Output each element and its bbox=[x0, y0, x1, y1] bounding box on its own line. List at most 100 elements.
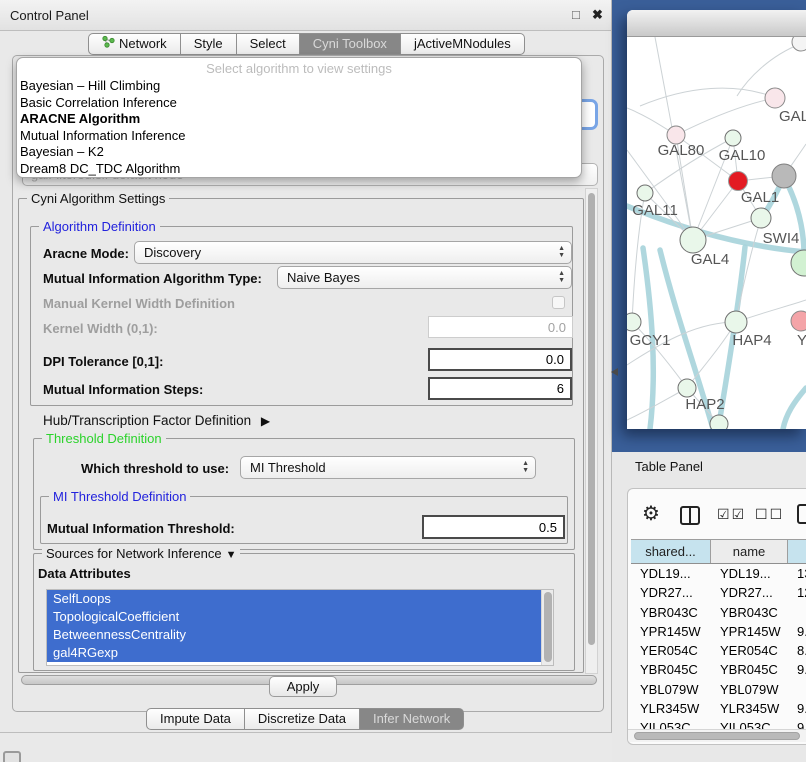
table-header-row: shared... name A bbox=[631, 539, 806, 564]
aracne-mode-select[interactable]: Discovery ▲▼ bbox=[134, 241, 572, 264]
node-label: HAP4 bbox=[732, 332, 771, 349]
sources-label[interactable]: Sources for Network Inference▼ bbox=[42, 546, 240, 561]
algorithm-definition-label: Algorithm Definition bbox=[39, 219, 160, 234]
table-row[interactable]: YLR345WYLR345W9. bbox=[631, 699, 806, 718]
popup-item[interactable]: Bayesian – Hill Climbing bbox=[17, 78, 581, 95]
tab-infer-network[interactable]: Infer Network bbox=[360, 708, 464, 730]
table-row[interactable]: YPR145WYPR145W9. bbox=[631, 622, 806, 641]
close-icon[interactable]: ✖ bbox=[592, 7, 603, 23]
gear-icon[interactable]: ⚙ bbox=[642, 503, 660, 525]
tab-cyni-toolbox[interactable]: Cyni Toolbox bbox=[300, 33, 401, 55]
network-node[interactable] bbox=[710, 415, 728, 429]
table-row[interactable]: YDR27...YDR27...12 bbox=[631, 583, 806, 602]
popup-item[interactable]: Mutual Information Inference bbox=[17, 128, 581, 145]
node-table: shared... name A YDL19...YDL19...13 YDR2… bbox=[631, 539, 806, 729]
table-row[interactable]: YER054CYER054C8. bbox=[631, 641, 806, 660]
aracne-mode-value: Discovery bbox=[144, 245, 201, 260]
network-node[interactable] bbox=[725, 130, 741, 146]
mi-algorithm-type-label: Mutual Information Algorithm Type: bbox=[43, 271, 262, 286]
settings-vertical-scrollbar[interactable] bbox=[585, 188, 598, 674]
popup-item-selected[interactable]: ARACNE Algorithm bbox=[17, 111, 581, 128]
table-horizontal-scrollbar[interactable] bbox=[628, 729, 806, 742]
network-window-titlebar[interactable] bbox=[627, 10, 806, 37]
column-header[interactable]: shared... bbox=[631, 540, 711, 563]
mi-steps-label: Mutual Information Steps: bbox=[43, 382, 203, 397]
split-columns-icon[interactable] bbox=[680, 506, 700, 525]
hub-definition-expander[interactable]: Hub/Transcription Factor Definition ▶ bbox=[43, 413, 270, 428]
network-node[interactable] bbox=[791, 311, 806, 331]
tab-impute-data[interactable]: Impute Data bbox=[146, 708, 245, 730]
which-threshold-select[interactable]: MI Threshold ▲▼ bbox=[240, 456, 536, 479]
tab-style[interactable]: Style bbox=[181, 33, 237, 55]
network-node[interactable] bbox=[725, 311, 747, 333]
mi-threshold-field[interactable]: 0.5 bbox=[422, 515, 565, 539]
cyni-bottom-tabs: Impute Data Discretize Data Infer Networ… bbox=[146, 708, 464, 730]
unchecked-boxes-icon[interactable]: ☐☐ bbox=[755, 506, 784, 523]
table-row[interactable]: YBL079WYBL079W bbox=[631, 680, 806, 699]
table-row[interactable]: YDL19...YDL19...13 bbox=[631, 564, 806, 583]
list-item[interactable]: gal4RGexp bbox=[47, 644, 553, 662]
node-label: GAL1 bbox=[741, 189, 779, 206]
apply-button[interactable]: Apply bbox=[269, 676, 337, 697]
manual-kernel-width-checkbox[interactable] bbox=[552, 296, 565, 309]
network-node-gray[interactable] bbox=[772, 164, 796, 188]
column-header[interactable]: A bbox=[788, 540, 806, 563]
node-label: GAL10 bbox=[719, 147, 766, 164]
table-row[interactable]: YBR045CYBR045C9. bbox=[631, 660, 806, 679]
network-node[interactable] bbox=[791, 250, 806, 276]
tab-impute-data-label: Impute Data bbox=[160, 709, 231, 729]
popup-placeholder: Select algorithm to view settings bbox=[17, 61, 581, 78]
tab-jactivemnodules-label: jActiveMNodules bbox=[414, 34, 511, 54]
mi-threshold-value: 0.5 bbox=[539, 520, 557, 535]
table-row[interactable]: YIL053CYIL053C9 bbox=[631, 718, 806, 729]
minimized-window-icon[interactable] bbox=[3, 751, 21, 762]
network-node[interactable] bbox=[765, 88, 785, 108]
node-label: GAL11 bbox=[632, 202, 678, 219]
network-node[interactable] bbox=[751, 208, 771, 228]
tab-network[interactable]: Network bbox=[88, 33, 181, 55]
mi-steps-field[interactable]: 6 bbox=[428, 377, 572, 400]
network-node[interactable] bbox=[627, 313, 641, 331]
list-item[interactable]: TopologicalCoefficient bbox=[47, 608, 553, 626]
network-node[interactable] bbox=[680, 227, 706, 253]
network-node[interactable] bbox=[678, 379, 696, 397]
network-node[interactable] bbox=[792, 37, 806, 51]
popup-item[interactable]: Dream8 DC_TDC Algorithm bbox=[17, 161, 581, 178]
mi-algorithm-type-select[interactable]: Naive Bayes ▲▼ bbox=[277, 266, 572, 289]
popup-item[interactable]: Bayesian – K2 bbox=[17, 144, 581, 161]
node-label: Y bbox=[797, 332, 806, 349]
tab-discretize-data[interactable]: Discretize Data bbox=[245, 708, 360, 730]
network-node[interactable] bbox=[637, 185, 653, 201]
stepper-icon: ▲▼ bbox=[558, 245, 565, 259]
column-header[interactable]: name bbox=[711, 540, 788, 563]
popup-item[interactable]: Basic Correlation Inference bbox=[17, 95, 581, 112]
float-window-icon[interactable]: □ bbox=[572, 7, 580, 22]
data-attributes-list[interactable]: SelfLoops TopologicalCoefficient Between… bbox=[46, 589, 554, 666]
table-body: YDL19...YDL19...13 YDR27...YDR27...12 YB… bbox=[631, 564, 806, 729]
network-canvas[interactable]: GAL GAL80 GAL10 GAL1 SWI4 GAL11 GAL4 GCY… bbox=[627, 37, 806, 429]
network-node-red[interactable] bbox=[729, 172, 748, 191]
node-label: GAL80 bbox=[658, 142, 705, 159]
node-label: SWI4 bbox=[763, 230, 800, 247]
dpi-tolerance-field[interactable]: 0.0 bbox=[428, 348, 572, 371]
tab-network-label: Network bbox=[119, 34, 167, 54]
checked-boxes-icon[interactable]: ☑☑ bbox=[717, 506, 746, 523]
node-label: GCY1 bbox=[630, 332, 671, 349]
list-item[interactable]: SelfLoops bbox=[47, 590, 553, 608]
stepper-icon: ▲▼ bbox=[522, 460, 529, 474]
tab-select[interactable]: Select bbox=[237, 33, 300, 55]
table-panel-title: Table Panel bbox=[635, 459, 703, 474]
threshold-definition-label: Threshold Definition bbox=[42, 431, 166, 446]
tab-jactivemnodules[interactable]: jActiveMNodules bbox=[401, 33, 525, 55]
hub-definition-label: Hub/Transcription Factor Definition bbox=[43, 413, 251, 428]
kernel-width-value: 0.0 bbox=[548, 320, 566, 335]
document-icon[interactable] bbox=[797, 504, 806, 524]
kernel-width-field[interactable]: 0.0 bbox=[428, 316, 573, 338]
list-item[interactable]: BetweennessCentrality bbox=[47, 626, 553, 644]
control-panel-titlebar: Control Panel □ ✖ bbox=[0, 0, 611, 31]
mi-algorithm-type-value: Naive Bayes bbox=[287, 270, 360, 285]
network-view-window: GAL GAL80 GAL10 GAL1 SWI4 GAL11 GAL4 GCY… bbox=[627, 10, 806, 429]
kernel-width-label: Kernel Width (0,1): bbox=[43, 321, 158, 336]
attributes-scrollbar[interactable] bbox=[541, 590, 553, 665]
table-row[interactable]: YBR043CYBR043C bbox=[631, 603, 806, 622]
